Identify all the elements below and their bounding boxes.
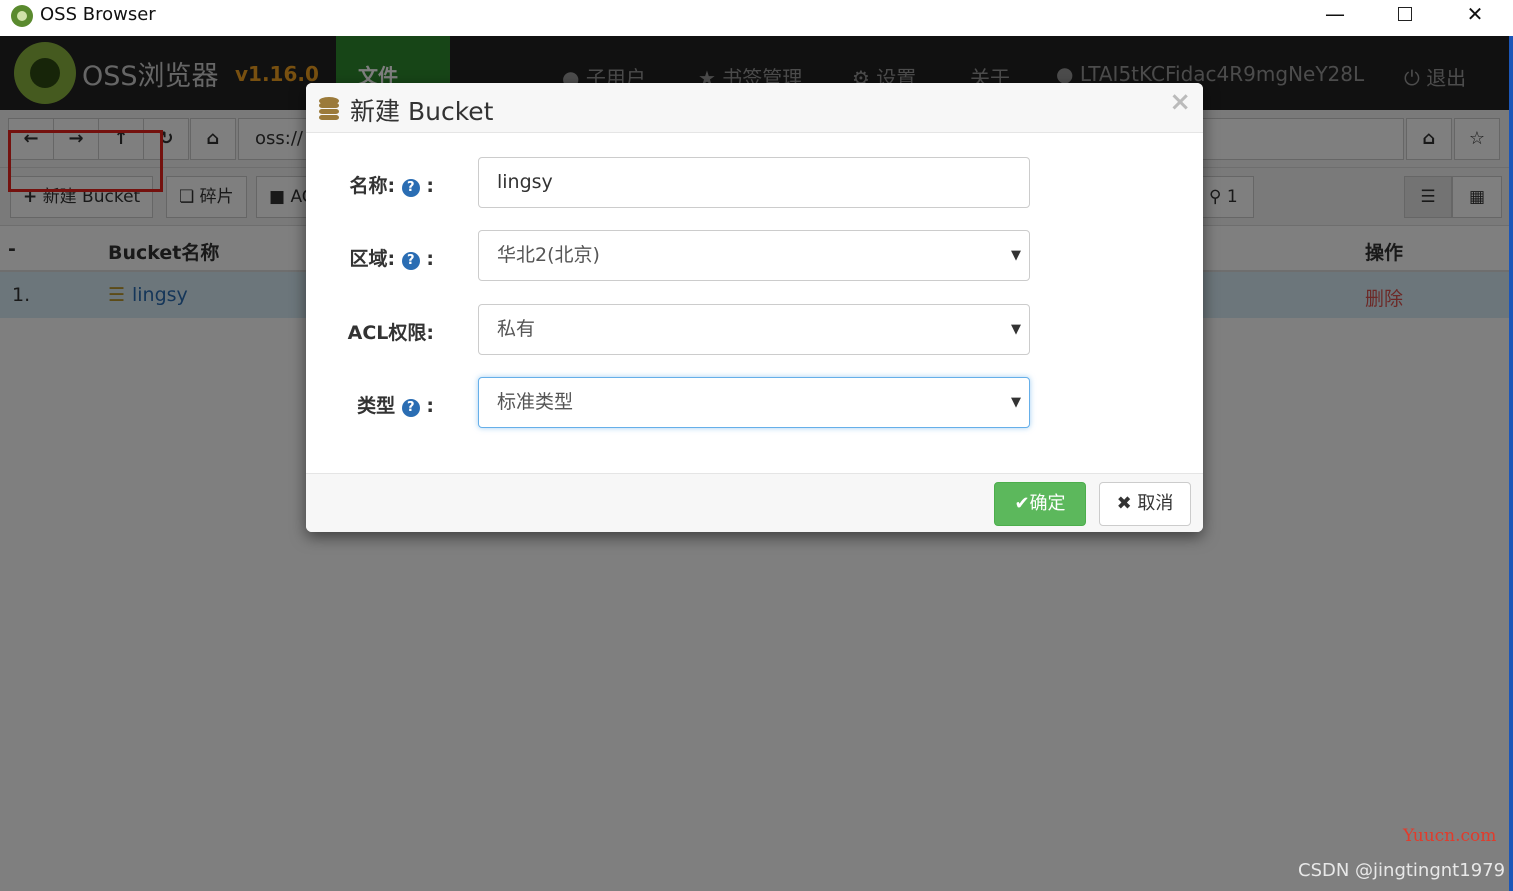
storage-type-select[interactable]: 标准类型 ▼ <box>478 377 1030 428</box>
dialog-close-button[interactable]: × <box>1169 87 1191 117</box>
close-icon: ✖ <box>1116 493 1132 514</box>
region-select[interactable]: 华北2(北京) ▼ <box>478 230 1030 281</box>
new-bucket-dialog: 新建 Bucket × 名称: ? : lingsy 区域: ? : 华北2(北… <box>306 83 1203 532</box>
maximize-icon <box>1398 7 1412 21</box>
database-icon <box>319 97 339 120</box>
type-label-text: 类型 <box>357 395 396 417</box>
window-titlebar: OSS Browser — ✕ <box>0 0 1513 36</box>
chevron-down-icon: ▼ <box>1011 322 1021 337</box>
label-colon: : <box>426 395 434 417</box>
author-watermark: CSDN @jingtingnt1979 <box>1298 860 1506 881</box>
window-title: OSS Browser <box>40 4 156 25</box>
dialog-footer: ✔确定 ✖ 取消 <box>306 473 1203 532</box>
chevron-down-icon: ▼ <box>1011 395 1021 410</box>
acl-select[interactable]: 私有 ▼ <box>478 304 1030 355</box>
name-label: 名称: ? : <box>306 171 434 198</box>
type-value: 标准类型 <box>497 391 574 413</box>
site-watermark: Yuucn.com <box>1403 826 1497 846</box>
acl-label: ACL权限: <box>347 322 434 344</box>
minimize-button[interactable]: — <box>1300 0 1370 30</box>
maximize-button[interactable] <box>1370 0 1440 30</box>
cancel-button[interactable]: ✖ 取消 <box>1099 482 1191 526</box>
check-icon: ✔ <box>1014 493 1030 514</box>
confirm-button[interactable]: ✔确定 <box>994 482 1086 526</box>
confirm-label: 确定 <box>1029 493 1066 514</box>
dialog-title: 新建 Bucket <box>350 97 494 126</box>
app-icon <box>11 5 33 27</box>
acl-value: 私有 <box>497 318 536 340</box>
window-edge <box>1509 36 1513 891</box>
name-label-text: 名称: <box>349 175 396 197</box>
region-value: 华北2(北京) <box>497 244 600 266</box>
chevron-down-icon: ▼ <box>1011 248 1021 263</box>
region-label: 区域: ? : <box>306 244 434 271</box>
region-label-text: 区域: <box>349 248 396 270</box>
type-label: 类型 ? : <box>306 391 434 418</box>
help-icon[interactable]: ? <box>401 179 420 197</box>
name-input[interactable]: lingsy <box>478 157 1030 208</box>
close-window-button[interactable]: ✕ <box>1440 0 1510 30</box>
help-icon[interactable]: ? <box>401 252 420 270</box>
label-colon: : <box>426 175 434 197</box>
dialog-body: 名称: ? : lingsy 区域: ? : 华北2(北京) ▼ ACL权限: … <box>306 133 1203 473</box>
label-colon: : <box>426 248 434 270</box>
dialog-header: 新建 Bucket × <box>306 83 1203 133</box>
cancel-label: 取消 <box>1137 493 1174 514</box>
help-icon[interactable]: ? <box>401 399 420 417</box>
